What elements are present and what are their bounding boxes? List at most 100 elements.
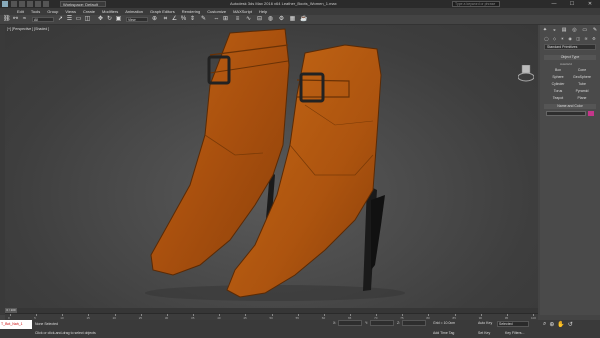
auto-key-button[interactable]: Auto Key <box>478 321 492 325</box>
percent-snap-icon[interactable]: % <box>180 16 187 23</box>
key-filters-button[interactable]: Key Filters... <box>505 331 524 335</box>
mirror-icon[interactable]: ⇔ <box>213 16 220 23</box>
teapot-button[interactable]: Teapot <box>546 96 570 101</box>
bind-spacewarp-icon[interactable]: ≈ <box>21 16 28 23</box>
render-icon[interactable]: ☕ <box>300 16 307 23</box>
menu-tools[interactable]: Tools <box>31 9 40 14</box>
x-coordinate-field[interactable] <box>338 320 362 326</box>
autogrid-checkbox[interactable]: AutoGrid <box>560 62 572 66</box>
zoom-all-icon[interactable]: ⊕ <box>549 321 554 328</box>
selected-dropdown[interactable]: Selected <box>497 321 529 327</box>
undo-icon[interactable] <box>35 1 41 7</box>
set-key-button[interactable]: Set Key <box>478 331 490 335</box>
category-dropdown[interactable]: Standard Primitives <box>544 44 596 50</box>
lights-icon[interactable]: ☀ <box>560 36 564 41</box>
schematic-view-icon[interactable]: ⊟ <box>256 16 263 23</box>
window-crossing-icon[interactable]: ◫ <box>84 16 91 23</box>
menu-edit[interactable]: Edit <box>17 9 24 14</box>
menu-graph-editors[interactable]: Graph Editors <box>150 9 175 14</box>
menu-modifiers[interactable]: Modifiers <box>102 9 118 14</box>
zoom-icon[interactable]: ⌕ <box>543 321 546 328</box>
align-icon[interactable]: ⊞ <box>222 16 229 23</box>
menu-group[interactable]: Group <box>47 9 58 14</box>
create-tab-icon[interactable]: ✦ <box>543 26 547 34</box>
save-icon[interactable] <box>27 1 33 7</box>
x-label: X: <box>333 321 337 325</box>
workspace-dropdown[interactable]: Workspace: Default <box>60 1 106 7</box>
y-coordinate-field[interactable] <box>370 320 394 326</box>
object-type-rollout[interactable]: Object Type <box>544 55 596 60</box>
menu-rendering[interactable]: Rendering <box>182 9 200 14</box>
new-icon[interactable] <box>11 1 17 7</box>
motion-tab-icon[interactable]: ◎ <box>572 26 576 34</box>
cone-button[interactable]: Cone <box>570 68 594 73</box>
menu-animation[interactable]: Animation <box>125 9 143 14</box>
helpers-icon[interactable]: ◫ <box>576 36 580 41</box>
select-object-icon[interactable]: ➚ <box>57 16 64 23</box>
render-setup-icon[interactable]: ⚙ <box>278 16 285 23</box>
close-button[interactable]: ✕ <box>581 0 599 8</box>
rectangle-selection-icon[interactable]: ▭ <box>75 16 82 23</box>
box-button[interactable]: Box <box>546 68 570 73</box>
spinner-snap-icon[interactable]: ⇕ <box>189 16 196 23</box>
open-icon[interactable] <box>19 1 25 7</box>
move-icon[interactable]: ✥ <box>97 16 104 23</box>
cylinder-button[interactable]: Cylinder <box>546 82 570 87</box>
selection-filter-dropdown[interactable]: All <box>32 17 54 22</box>
create-subtabs: ◯ ◇ ☀ ◉ ◫ ≋ ⚙ <box>542 36 598 41</box>
geosphere-button[interactable]: GeoSphere <box>570 75 594 80</box>
angle-snap-icon[interactable]: ∠ <box>171 16 178 23</box>
add-time-tag[interactable]: Add Time Tag <box>433 331 454 335</box>
sphere-button[interactable]: Sphere <box>546 75 570 80</box>
menu-customize[interactable]: Customize <box>207 9 226 14</box>
app-icon[interactable] <box>2 1 8 7</box>
scale-icon[interactable]: ▣ <box>115 16 122 23</box>
torus-button[interactable]: Torus <box>546 89 570 94</box>
viewcube-icon[interactable] <box>518 65 534 83</box>
spacewarps-icon[interactable]: ≋ <box>584 36 587 41</box>
z-coordinate-field[interactable] <box>402 320 426 326</box>
object-color-swatch[interactable] <box>588 111 594 116</box>
pyramid-button[interactable]: Pyramid <box>570 89 594 94</box>
orbit-icon[interactable]: ↺ <box>568 321 573 328</box>
display-tab-icon[interactable]: ▭ <box>582 26 587 34</box>
name-and-color-rollout[interactable]: Name and Color <box>544 104 596 109</box>
link-icon[interactable]: ⛓ <box>3 16 11 23</box>
cameras-icon[interactable]: ◉ <box>568 36 572 41</box>
rotate-icon[interactable]: ↻ <box>106 16 113 23</box>
rendered-frame-icon[interactable]: ▦ <box>289 16 296 23</box>
shapes-icon[interactable]: ◇ <box>553 36 556 41</box>
plane-button[interactable]: Plane <box>570 96 594 101</box>
unlink-icon[interactable]: ⚯ <box>12 16 19 23</box>
search-input[interactable]: Type a keyword or phrase <box>452 1 500 7</box>
window-title: Autodesk 3ds Max 2016 x64 Leather_Boots_… <box>230 1 337 6</box>
menu-views[interactable]: Views <box>65 9 76 14</box>
reference-coordinate-dropdown[interactable]: View <box>126 17 148 22</box>
pivot-center-icon[interactable]: ⊕ <box>151 16 158 23</box>
named-selection-icon[interactable]: ✎ <box>200 16 207 23</box>
utilities-tab-icon[interactable]: ✎ <box>593 26 597 34</box>
z-label: Z: <box>397 321 401 325</box>
redo-icon[interactable] <box>43 1 49 7</box>
perspective-viewport[interactable]: [+] [Perspective ] [Shaded ] <box>5 25 538 308</box>
grid-size: Grid = 10.0cm <box>433 321 456 325</box>
menu-create[interactable]: Create <box>83 9 95 14</box>
curve-editor-icon[interactable]: ∿ <box>245 16 252 23</box>
object-name-field[interactable] <box>546 111 586 116</box>
maxscript-listener[interactable]: T_Bot_Nah_1 <box>0 320 32 329</box>
material-editor-icon[interactable]: ◍ <box>267 16 274 23</box>
hierarchy-tab-icon[interactable]: ▤ <box>562 26 567 34</box>
tube-button[interactable]: Tube <box>570 82 594 87</box>
menu-maxscript[interactable]: MAXScript <box>233 9 252 14</box>
geometry-icon[interactable]: ◯ <box>544 36 548 41</box>
menu-help[interactable]: Help <box>259 9 267 14</box>
timeline-tick <box>10 314 11 316</box>
minimize-button[interactable]: — <box>545 0 563 8</box>
layer-explorer-icon[interactable]: ≡ <box>234 16 241 23</box>
snaps-toggle-icon[interactable]: ⌗ <box>162 16 169 23</box>
systems-icon[interactable]: ⚙ <box>592 36 596 41</box>
maximize-button[interactable]: ☐ <box>563 0 581 8</box>
select-by-name-icon[interactable]: ☰ <box>66 16 73 23</box>
modify-tab-icon[interactable]: ◒ <box>553 26 556 34</box>
pan-icon[interactable]: ✋ <box>557 321 564 328</box>
